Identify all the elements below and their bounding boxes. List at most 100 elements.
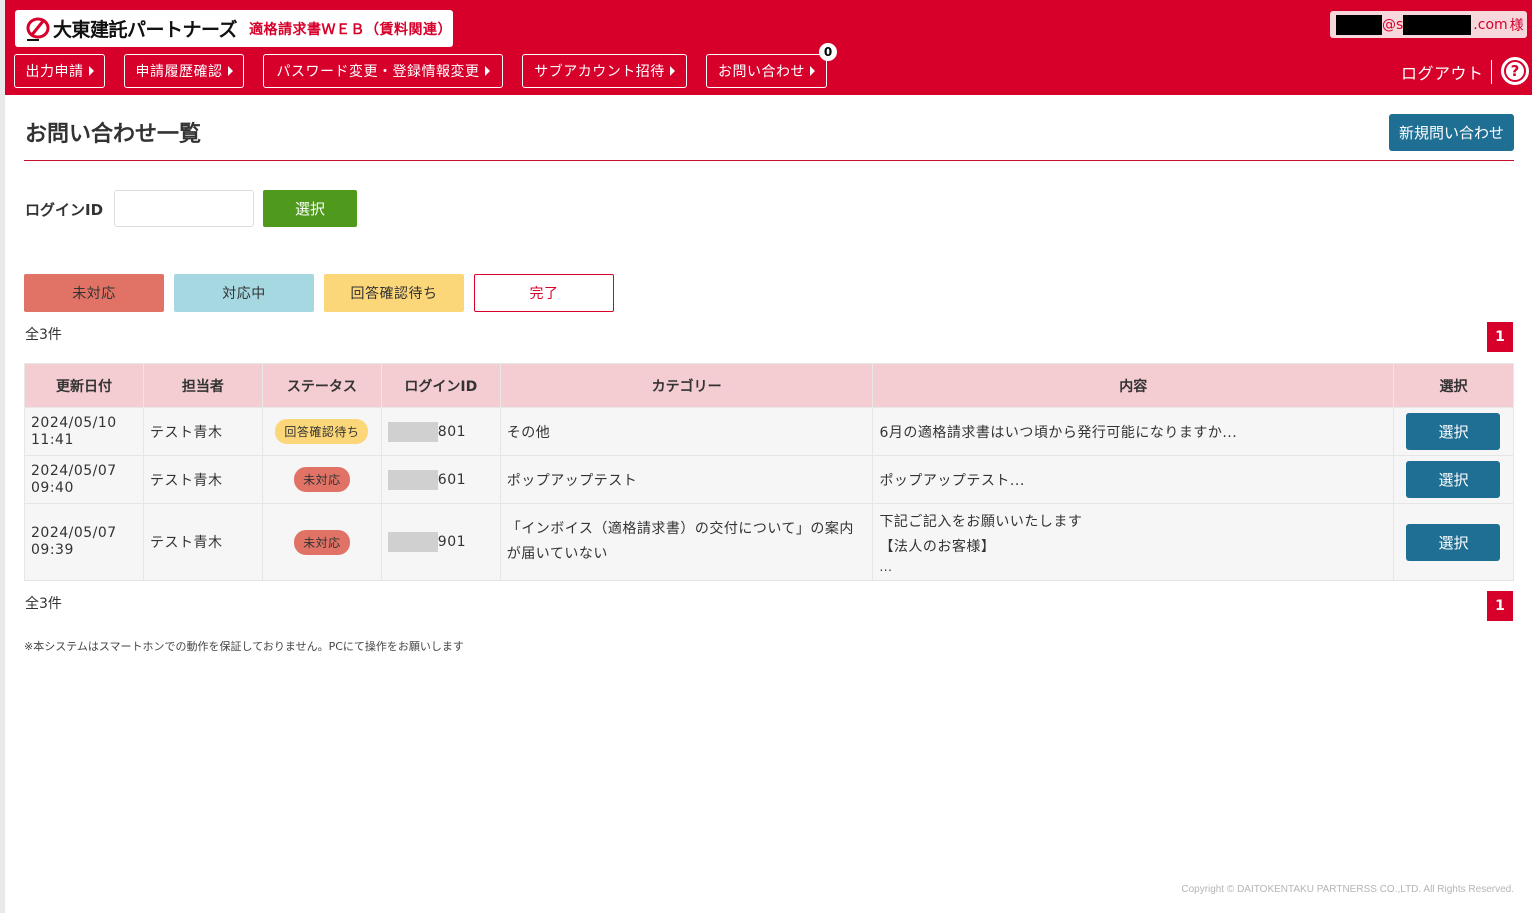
cell-login-id: 801 [380, 407, 501, 456]
cell-login-id: 901 [380, 503, 501, 581]
date-text: 2024/05/07 [31, 525, 117, 541]
status-filter-unhandled[interactable]: 未対応 [24, 274, 164, 312]
nav-label: パスワード変更・登録情報変更 [276, 64, 480, 80]
pagination-page-top[interactable]: 1 [1487, 322, 1513, 352]
cell-status: 未対応 [261, 503, 382, 581]
result-count-bottom: 全3件 [25, 596, 62, 612]
cell-content: ポップアップテスト... [872, 455, 1394, 504]
date-text: 2024/05/10 [31, 414, 117, 431]
service-name: 適格請求書ＷＥＢ（賃料関連） [249, 21, 453, 38]
cell-assignee: テスト青木 [142, 455, 263, 504]
table-row: 2024/05/07 09:40 テスト青木 未対応 601 ポップアップテスト… [24, 455, 1515, 504]
cell-assignee: テスト青木 [142, 503, 263, 581]
new-inquiry-button[interactable]: 新規問い合わせ [1389, 114, 1514, 151]
caret-right-icon [88, 66, 94, 76]
login-id-tail: 601 [437, 471, 467, 488]
inquiry-table: 更新日付 担当者 ステータス ログインID カテゴリー 内容 選択 2024/0… [24, 363, 1515, 581]
help-button[interactable]: ? [1501, 57, 1529, 85]
status-filter-completed[interactable]: 完了 [474, 274, 614, 312]
status-filter-awaiting-confirmation[interactable]: 回答確認待ち [324, 274, 464, 312]
nav-label: 出力申請 [25, 64, 84, 80]
cell-category: ポップアップテスト [499, 455, 874, 504]
time-text: 11:41 [31, 431, 74, 448]
login-id-label: ログインID [25, 201, 104, 219]
column-header-login-id[interactable]: ログインID [380, 363, 501, 408]
nav-subaccount-invite[interactable]: サブアカウント招待 [522, 54, 687, 88]
cell-assignee: テスト青木 [142, 407, 263, 456]
device-notice: ※本システムはスマートホンでの動作を保証しておりません。PCにて操作をお願いしま… [24, 640, 464, 653]
cell-category: その他 [499, 407, 874, 456]
cell-login-id: 601 [380, 455, 501, 504]
cell-content: 6月の適格請求書はいつ頃から発行可能になりますか... [872, 407, 1394, 456]
nav-label: 申請履歴確認 [135, 64, 223, 80]
redacted-block [387, 421, 438, 442]
caret-right-icon [227, 66, 233, 76]
user-email-at: @s [1382, 16, 1404, 33]
nav-output-request[interactable]: 出力申請 [14, 54, 105, 88]
status-filter-in-progress[interactable]: 対応中 [174, 274, 314, 312]
content-line: 下記ご記入をお願いいたします [879, 514, 1083, 530]
time-text: 09:40 [31, 479, 74, 496]
user-account: @s .com 様 [1330, 11, 1527, 38]
column-header-updated-date[interactable]: 更新日付 [24, 363, 144, 408]
row-select-button[interactable]: 選択 [1406, 461, 1501, 498]
cell-updated-date: 2024/05/07 09:40 [24, 455, 144, 504]
app-header: 大東建託パートナーズ 適格請求書ＷＥＢ（賃料関連） @s .com 様 出力申請… [5, 0, 1532, 95]
cell-status: 未対応 [261, 455, 382, 504]
redacted-block [1403, 14, 1472, 35]
login-id-input[interactable] [114, 190, 254, 227]
caret-right-icon [810, 66, 815, 76]
nav-password-change[interactable]: パスワード変更・登録情報変更 [263, 54, 503, 88]
column-header-category[interactable]: カテゴリー [499, 363, 874, 408]
cell-status: 回答確認待ち [261, 407, 382, 456]
pagination-page-bottom[interactable]: 1 [1487, 591, 1513, 621]
cell-select: 選択 [1392, 407, 1515, 456]
cell-select: 選択 [1392, 455, 1515, 504]
column-header-content[interactable]: 内容 [872, 363, 1394, 408]
caret-right-icon [669, 66, 675, 76]
cell-select: 選択 [1392, 503, 1515, 581]
user-honorific: 様 [1509, 17, 1524, 34]
table-header-row: 更新日付 担当者 ステータス ログインID カテゴリー 内容 選択 [24, 363, 1515, 408]
brand-logo[interactable]: 大東建託パートナーズ 適格請求書ＷＥＢ（賃料関連） [15, 10, 453, 47]
status-badge: 回答確認待ち [275, 419, 369, 444]
result-count-top: 全3件 [25, 327, 62, 343]
title-divider [24, 160, 1514, 161]
nav-label: サブアカウント招待 [534, 64, 665, 80]
nav-request-history[interactable]: 申請履歴確認 [124, 54, 244, 88]
cell-updated-date: 2024/05/07 09:39 [24, 503, 144, 581]
caret-right-icon [484, 66, 490, 76]
date-text: 2024/05/07 [31, 462, 117, 479]
cell-content: 下記ご記入をお願いいたします 【法人のお客様】 ... [872, 503, 1394, 581]
content-line: ... [879, 560, 893, 574]
status-badge: 未対応 [294, 467, 350, 492]
column-header-assignee[interactable]: 担当者 [142, 363, 263, 408]
daito-logo-icon [25, 16, 51, 42]
row-select-button[interactable]: 選択 [1406, 523, 1501, 561]
login-id-tail: 901 [437, 534, 467, 550]
logout-link[interactable]: ログアウト [1401, 60, 1484, 84]
cell-category: 「インボイス（適格請求書）の交付について」の案内が届いていない [499, 503, 874, 581]
column-header-status[interactable]: ステータス [261, 363, 382, 408]
status-badge: 未対応 [294, 529, 350, 555]
row-select-button[interactable]: 選択 [1406, 413, 1501, 450]
page-title: お問い合わせ一覧 [25, 122, 202, 147]
time-text: 09:39 [31, 542, 74, 558]
redacted-block [1336, 14, 1382, 35]
redacted-block [387, 469, 438, 490]
table-row: 2024/05/10 11:41 テスト青木 回答確認待ち 801 その他 6月… [24, 407, 1515, 456]
nav-inquiry[interactable]: お問い合わせ [706, 54, 827, 88]
cell-updated-date: 2024/05/10 11:41 [24, 407, 144, 456]
login-id-tail: 801 [437, 423, 467, 440]
copyright-text: Copyright © DAITOKENTAKU PARTNERSS CO.,L… [1181, 884, 1514, 895]
user-email-tail: .com [1473, 16, 1508, 33]
question-mark-icon: ? [1504, 60, 1526, 82]
login-id-select-button[interactable]: 選択 [263, 190, 357, 227]
nav-label: お問い合わせ [718, 64, 805, 80]
redacted-block [387, 532, 438, 552]
column-header-select: 選択 [1392, 363, 1515, 408]
inquiry-count-badge: 0 [819, 43, 837, 61]
brand-name: 大東建託パートナーズ [53, 19, 238, 41]
table-row: 2024/05/07 09:39 テスト青木 未対応 901 「インボイス（適格… [24, 503, 1515, 581]
header-divider [1491, 60, 1492, 84]
